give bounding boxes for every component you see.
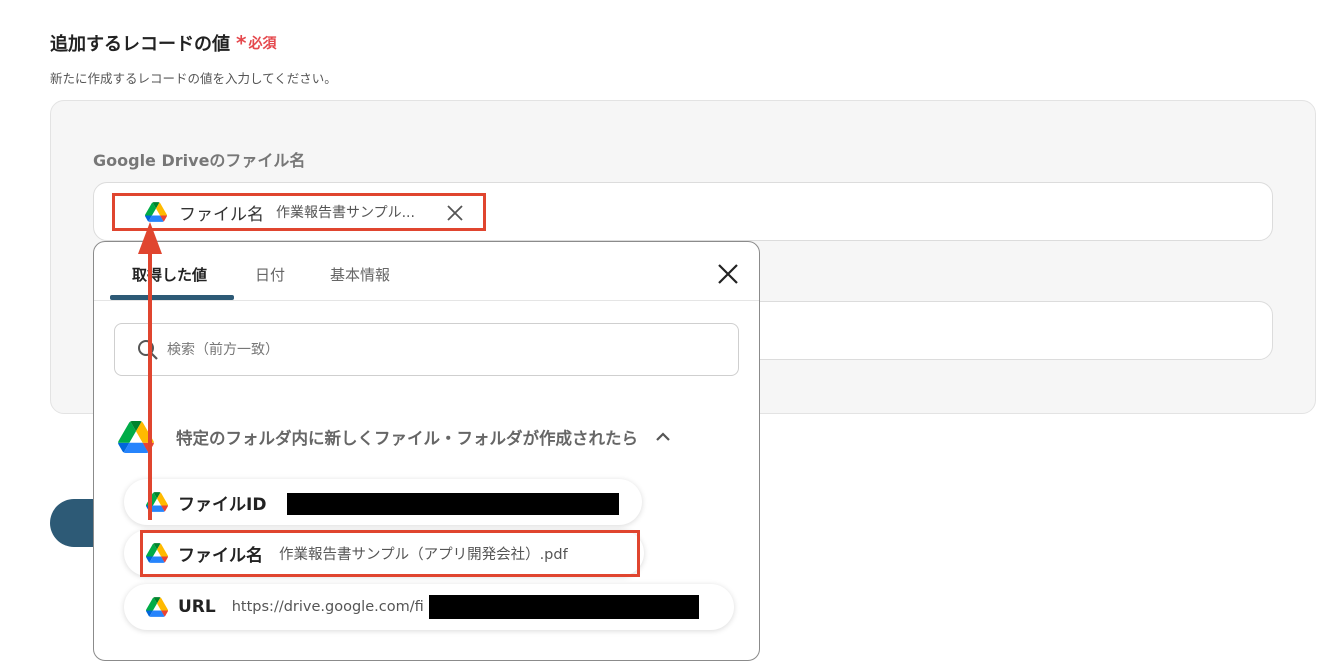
field-label: Google Driveのファイル名	[93, 151, 306, 170]
highlight-box	[140, 530, 640, 577]
section-title-text: 追加するレコードの値	[50, 34, 230, 55]
section-title: 追加するレコードの値 * 必須	[50, 30, 276, 56]
value-picker-popup: 取得した値 日付 基本情報 特定のフォルダ内に新しくファイル・フォルダが作成され…	[93, 241, 760, 661]
item-label: ファイルID	[178, 494, 267, 515]
chip-label: ファイル名	[179, 204, 264, 225]
required-badge: * 必須	[236, 33, 276, 53]
required-label: 必須	[248, 36, 277, 52]
google-drive-icon	[146, 597, 168, 617]
annotation-arrow-icon	[138, 222, 162, 520]
redaction-bar	[429, 595, 699, 619]
chevron-up-icon[interactable]	[654, 428, 672, 446]
tab-date[interactable]: 日付	[255, 264, 285, 285]
search-box[interactable]	[114, 323, 739, 376]
close-icon[interactable]	[445, 203, 465, 223]
trigger-group-header[interactable]: 特定のフォルダ内に新しくファイル・フォルダが作成されたら	[118, 417, 738, 457]
search-input[interactable]	[167, 341, 667, 358]
redaction-bar	[287, 493, 619, 515]
tab-basic-info[interactable]: 基本情報	[330, 264, 390, 285]
item-value: https://drive.google.com/fi	[231, 599, 424, 615]
tab-divider	[94, 300, 759, 301]
chip-value: 作業報告書サンプル...	[276, 205, 415, 221]
item-label: URL	[178, 597, 216, 617]
required-mark: *	[236, 31, 247, 55]
group-title: 特定のフォルダ内に新しくファイル・フォルダが作成されたら	[176, 429, 638, 448]
section-description: 新たに作成するレコードの値を入力してください。	[50, 71, 337, 86]
close-icon[interactable]	[716, 262, 740, 286]
